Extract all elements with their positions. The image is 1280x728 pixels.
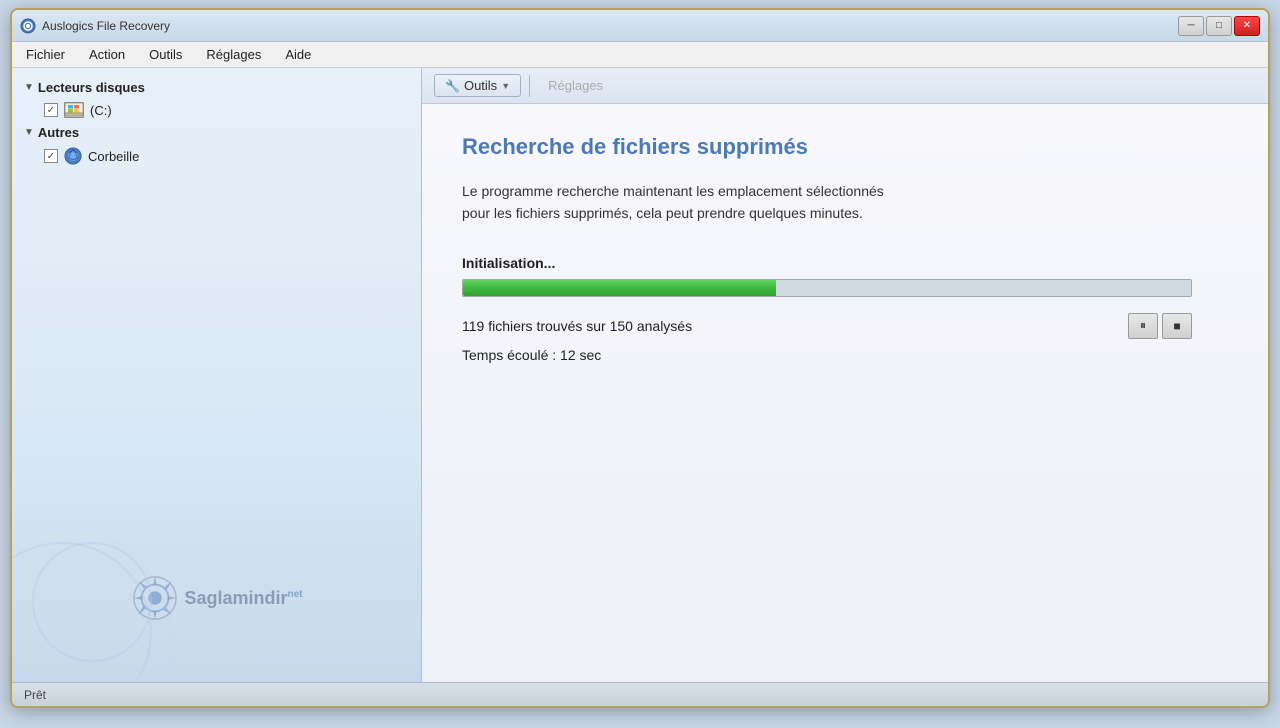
sidebar-drive-c[interactable]: ✓ (C:) (12, 99, 421, 121)
maximize-button[interactable]: □ (1206, 16, 1232, 36)
outils-dropdown-arrow: ▼ (501, 81, 510, 91)
outils-icon: 🔧 (445, 79, 460, 93)
content-panel: 🔧 Outils ▼ Réglages Recherche de fichier… (422, 68, 1268, 682)
menu-outils[interactable]: Outils (139, 45, 192, 64)
stop-icon: ■ (1173, 319, 1180, 333)
title-bar-left: Auslogics File Recovery (20, 18, 170, 34)
toolbar-separator (529, 75, 530, 97)
recycle-icon (64, 147, 82, 165)
drive-c-checkbox[interactable]: ✓ (44, 103, 58, 117)
control-buttons: ⏸ ■ (1128, 313, 1192, 339)
menu-bar: Fichier Action Outils Réglages Aide (12, 42, 1268, 68)
sidebar-recycle-bin[interactable]: ✓ Corbeille (12, 144, 421, 168)
desc-line2: pour les fichiers supprimés, cela peut p… (462, 205, 863, 221)
toolbar: 🔧 Outils ▼ Réglages (422, 68, 1268, 104)
menu-aide[interactable]: Aide (275, 45, 321, 64)
sidebar: ▼ Lecteurs disques ✓ (12, 68, 422, 682)
content-description: Le programme recherche maintenant les em… (462, 180, 1162, 225)
app-icon (20, 18, 36, 34)
menu-action[interactable]: Action (79, 45, 135, 64)
pause-icon: ⏸ (1140, 318, 1146, 333)
stats-text: 119 fichiers trouvés sur 150 analysés (462, 318, 692, 334)
reglages-label: Réglages (538, 75, 613, 96)
menu-reglages[interactable]: Réglages (196, 45, 271, 64)
recycle-label: Corbeille (88, 149, 139, 164)
close-button[interactable]: ✕ (1234, 16, 1260, 36)
pause-button[interactable]: ⏸ (1128, 313, 1158, 339)
others-label: Autres (38, 125, 79, 140)
others-arrow: ▼ (24, 127, 34, 138)
recycle-checkbox[interactable]: ✓ (44, 149, 58, 163)
progress-label: Initialisation... (462, 255, 1228, 271)
desc-line1: Le programme recherche maintenant les em… (462, 183, 884, 199)
sidebar-logo: Saglamindirnet (130, 574, 302, 622)
drives-arrow: ▼ (24, 82, 34, 93)
status-bar: Prêt (12, 682, 1268, 706)
title-bar: Auslogics File Recovery ─ □ ✕ (12, 10, 1268, 42)
drive-c-label: (C:) (90, 103, 112, 118)
menu-fichier[interactable]: Fichier (16, 45, 75, 64)
stop-button[interactable]: ■ (1162, 313, 1192, 339)
main-window: Auslogics File Recovery ─ □ ✕ Fichier Ac… (10, 8, 1270, 708)
content-title: Recherche de fichiers supprimés (462, 134, 1228, 160)
progress-bar (462, 279, 1192, 297)
sidebar-drives-section[interactable]: ▼ Lecteurs disques (12, 76, 421, 99)
outils-label: Outils (464, 78, 497, 93)
progress-fill (463, 280, 776, 296)
main-area: ▼ Lecteurs disques ✓ (12, 68, 1268, 682)
outils-button[interactable]: 🔧 Outils ▼ (434, 74, 521, 97)
status-text: Prêt (24, 688, 46, 702)
window-controls: ─ □ ✕ (1178, 16, 1260, 36)
stats-row: 119 fichiers trouvés sur 150 analysés ⏸ … (462, 313, 1192, 339)
content-body: Recherche de fichiers supprimés Le progr… (422, 104, 1268, 682)
time-elapsed: Temps écoulé : 12 sec (462, 347, 1228, 363)
minimize-button[interactable]: ─ (1178, 16, 1204, 36)
logo-text: Saglamindirnet (184, 588, 302, 609)
drives-label: Lecteurs disques (38, 80, 145, 95)
drive-c-icon (64, 102, 84, 118)
sidebar-others-section[interactable]: ▼ Autres (12, 121, 421, 144)
window-title: Auslogics File Recovery (42, 19, 170, 33)
